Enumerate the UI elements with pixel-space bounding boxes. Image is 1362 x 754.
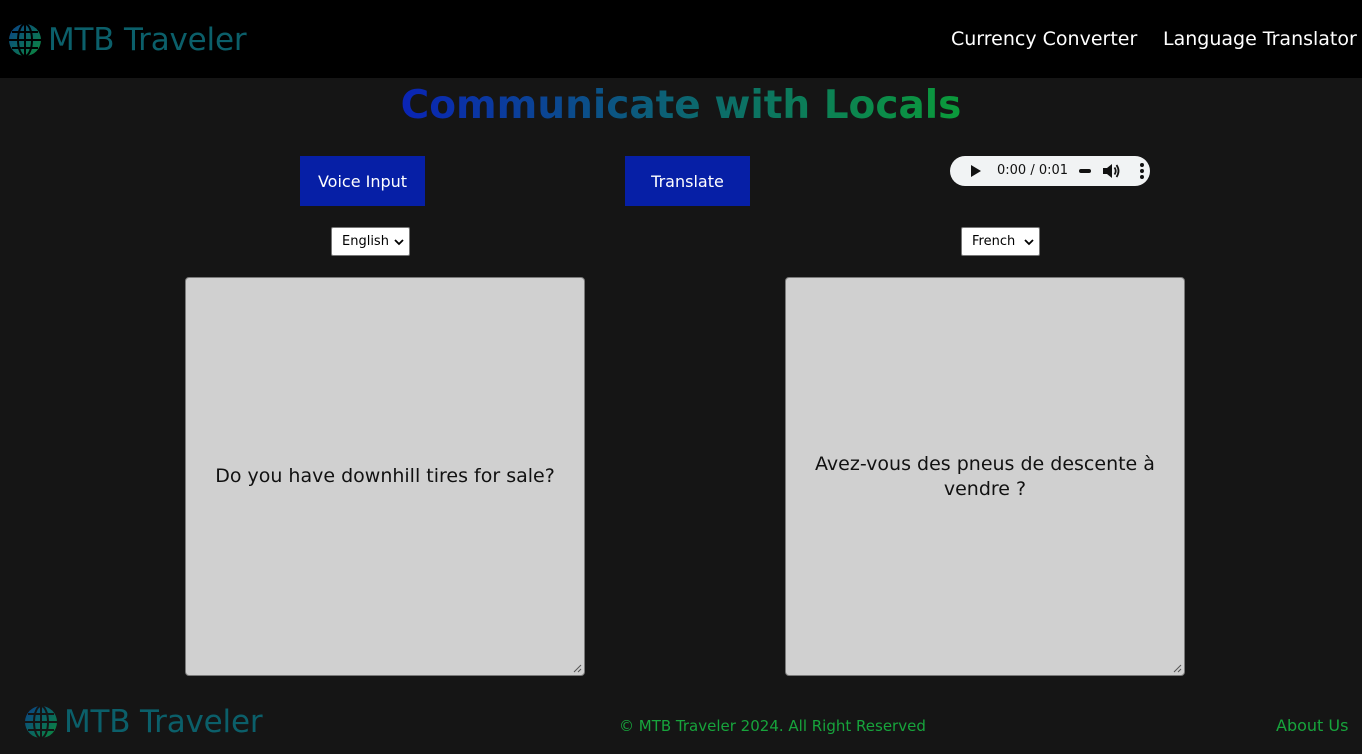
target-language-select[interactable]: French: [961, 227, 1040, 256]
source-language-value: English: [342, 234, 389, 249]
source-language-select[interactable]: English: [331, 227, 410, 256]
footer-brand-logo[interactable]: MTB Traveler: [24, 702, 263, 742]
resize-handle-icon[interactable]: [573, 664, 582, 673]
brand-name: MTB Traveler: [48, 22, 247, 58]
globe-icon: [25, 705, 57, 739]
translate-button[interactable]: Translate: [625, 156, 750, 206]
more-options-icon[interactable]: [1140, 163, 1144, 179]
audio-time: 0:00 / 0:01: [997, 163, 1069, 178]
copyright-text: © MTB Traveler 2024. All Right Reserved: [619, 717, 926, 735]
nav-language-translator[interactable]: Language Translator: [1163, 27, 1357, 51]
top-navbar: MTB Traveler Currency Converter Language…: [0, 0, 1362, 78]
play-icon[interactable]: [971, 165, 981, 177]
source-text-area[interactable]: Do you have downhill tires for sale?: [185, 277, 585, 676]
page-title: Communicate with Locals: [400, 83, 962, 128]
volume-icon[interactable]: [1102, 163, 1120, 179]
voice-input-button[interactable]: Voice Input: [300, 156, 425, 206]
audio-progress[interactable]: [1079, 169, 1091, 173]
footer-brand-name: MTB Traveler: [64, 704, 263, 740]
globe-icon: [9, 23, 41, 57]
target-language-value: French: [972, 234, 1016, 249]
brand-logo[interactable]: MTB Traveler: [8, 20, 247, 60]
about-us-link[interactable]: About Us: [1276, 715, 1348, 737]
chevron-down-icon: [1024, 239, 1034, 246]
translated-text-area[interactable]: Avez-vous des pneus de descente à vendre…: [785, 277, 1185, 676]
nav-currency-converter[interactable]: Currency Converter: [951, 27, 1137, 51]
audio-player[interactable]: 0:00 / 0:01: [950, 156, 1150, 186]
resize-handle-icon[interactable]: [1173, 664, 1182, 673]
chevron-down-icon: [394, 239, 404, 246]
source-text: Do you have downhill tires for sale?: [215, 465, 555, 487]
translated-text: Avez-vous des pneus de descente à vendre…: [815, 452, 1155, 500]
